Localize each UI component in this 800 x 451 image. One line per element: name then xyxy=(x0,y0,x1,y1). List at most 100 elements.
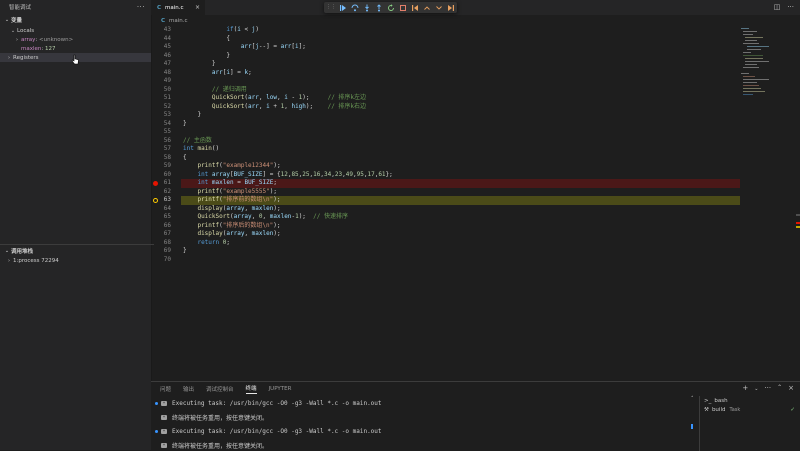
code-line[interactable]: 57 int main() xyxy=(151,145,740,154)
code-line[interactable]: 50 // 递归调用 xyxy=(151,86,740,95)
c-file-icon: C xyxy=(157,4,162,11)
command-decoration-icon[interactable] xyxy=(155,401,158,405)
callstack-item-label: 1:process 72294 xyxy=(13,257,59,264)
step-over-icon[interactable] xyxy=(351,4,359,12)
line-number: 60 xyxy=(163,170,171,178)
code-line[interactable]: 44 { xyxy=(151,35,740,44)
code-line[interactable]: 55 xyxy=(151,128,740,137)
line-number: 62 xyxy=(163,187,171,195)
debug-toolbar: ⋮⋮ xyxy=(324,2,457,13)
step-up-icon[interactable] xyxy=(423,4,431,12)
code-line[interactable]: 62 printf("example5555"); xyxy=(151,188,740,197)
stop-icon[interactable] xyxy=(399,4,407,12)
bottom-panel: 问题 输出 调试控制台 终端 JUPYTER + ⌄ ··· ⌃ × * Exe… xyxy=(151,381,800,451)
code-line[interactable]: 66 printf("排序后的数组\n"); xyxy=(151,222,740,231)
minimap[interactable] xyxy=(741,26,793,106)
code-line[interactable]: 68 return 0; xyxy=(151,239,740,248)
terminal-scrollbar[interactable]: ˄ xyxy=(691,396,694,448)
code-line[interactable]: 67 display(array, maxlen); xyxy=(151,230,740,239)
terminal-item-build[interactable]: ⚒ build Task ✓ xyxy=(700,405,800,414)
line-number: 59 xyxy=(163,162,171,169)
code-editor[interactable]: 43 if(i < j) 44 {45 arr[j--] = arr[i]; 46 … xyxy=(151,26,800,381)
code-line[interactable]: 58 { xyxy=(151,154,740,163)
step-out-icon[interactable] xyxy=(375,3,383,12)
code-line[interactable]: 64 display(array, maxlen); xyxy=(151,205,740,214)
tab-terminal[interactable]: 终端 xyxy=(245,384,257,394)
code-line[interactable]: 63 printf("排序前的数组\n"); xyxy=(151,196,740,205)
line-number: 52 xyxy=(163,102,171,110)
step-down-icon[interactable] xyxy=(435,4,443,12)
continue-icon[interactable] xyxy=(339,4,347,12)
tab-jupyter[interactable]: JUPYTER xyxy=(269,386,292,392)
terminal-item-bash[interactable]: >_ bash xyxy=(700,396,800,405)
code-line[interactable]: 65 QuickSort(array, 0, maxlen-1); // 快速排… xyxy=(151,213,740,222)
restart-icon[interactable] xyxy=(387,3,395,12)
step-into-icon[interactable] xyxy=(363,4,371,12)
variable-maxlen[interactable]: maxlen : 127 xyxy=(0,44,151,53)
variable-name: array xyxy=(21,36,36,43)
code-line[interactable]: 56 // 主函数 xyxy=(151,137,740,146)
code-line[interactable]: 46 } xyxy=(151,52,740,61)
editor-scrollbar[interactable] xyxy=(796,26,800,381)
last-icon[interactable] xyxy=(447,4,455,12)
code-line[interactable]: 61 int maxlen = BUF_SIZE; xyxy=(151,179,740,188)
drag-grip-icon[interactable]: ⋮⋮ xyxy=(326,4,336,12)
code-text: return 0; xyxy=(197,238,231,246)
tab-main-c[interactable]: C main.c × xyxy=(151,0,205,15)
maximize-panel-icon[interactable]: ⌃ xyxy=(777,384,782,392)
code-line[interactable]: 54} xyxy=(151,120,740,129)
code-line[interactable]: 47 } xyxy=(151,60,740,69)
more-actions-icon[interactable]: ··· xyxy=(787,3,794,11)
registers-label: Registers xyxy=(13,54,39,61)
line-number: 53 xyxy=(163,111,171,118)
code-text: } xyxy=(183,247,187,254)
tools-icon: ⚒ xyxy=(704,406,709,413)
chevron-down-icon: ⌄ xyxy=(4,17,10,23)
code-line[interactable]: 43 if(i < j) xyxy=(151,26,740,35)
code-text: { xyxy=(183,153,187,161)
code-text: printf("排序后的数组\n"); xyxy=(197,221,281,229)
task-badge-icon: * xyxy=(161,414,167,420)
code-line[interactable]: 45 arr[j--] = arr[i]; xyxy=(151,43,740,52)
code-line[interactable]: 70 xyxy=(151,256,740,265)
locals-scope[interactable]: ⌄ Locals xyxy=(0,26,151,35)
code-line[interactable]: 69} xyxy=(151,247,740,256)
reverse-first-icon[interactable] xyxy=(411,4,419,12)
code-text: int array[BUF_SIZE] = {12,85,25,16,34,23… xyxy=(197,170,393,178)
terminal-line: * 终端将被任务重用，按任意键关闭。 xyxy=(155,440,268,450)
line-number: 66 xyxy=(163,221,171,229)
code-line[interactable]: 53 } xyxy=(151,111,740,120)
line-number: 64 xyxy=(163,204,171,212)
line-number: 44 xyxy=(163,34,171,42)
debug-sidebar: 智能调试 ··· ⌄ 变量 ⌄ Locals › array : <unknow… xyxy=(0,0,154,450)
line-number: 56 xyxy=(163,136,171,144)
line-number: 46 xyxy=(163,51,171,59)
code-line[interactable]: 59 printf("example12344"); xyxy=(151,162,740,171)
terminal-list: >_ bash ⚒ build Task ✓ xyxy=(699,396,800,451)
code-line[interactable]: 48 arr[i] = k; xyxy=(151,69,740,78)
tab-output[interactable]: 输出 xyxy=(183,385,194,393)
variable-array[interactable]: › array : <unknown> xyxy=(0,35,151,44)
code-line[interactable]: 52 QuickSort(arr, i + 1, high); // 排序k右边 xyxy=(151,103,740,112)
breadcrumb[interactable]: C main.c xyxy=(151,15,800,26)
callstack-item[interactable]: › 1:process 72294 xyxy=(0,256,156,265)
terminal-item-label: build xyxy=(711,406,726,413)
split-editor-icon[interactable]: ◫ xyxy=(774,3,781,11)
terminal-text: 终端将被任务重用，按任意键关闭。 xyxy=(172,442,269,450)
code-line[interactable]: 49 xyxy=(151,77,740,86)
chevron-down-icon: ⌄ xyxy=(10,27,16,34)
more-actions-icon[interactable]: ··· xyxy=(764,384,771,392)
more-icon[interactable]: ··· xyxy=(137,3,145,11)
close-panel-icon[interactable]: × xyxy=(788,384,794,392)
new-terminal-icon[interactable]: + xyxy=(742,384,748,392)
tab-problems[interactable]: 问题 xyxy=(160,385,171,393)
command-decoration-icon[interactable] xyxy=(155,429,158,433)
close-icon[interactable]: × xyxy=(195,4,200,11)
code-line[interactable]: 51 QuickSort(arr, low, i - 1); // 排序k左边 xyxy=(151,94,740,103)
tab-debug-console[interactable]: 调试控制台 xyxy=(206,385,234,393)
code-line[interactable]: 60 int array[BUF_SIZE] = {12,85,25,16,34… xyxy=(151,171,740,180)
breadcrumb-file: main.c xyxy=(169,17,188,24)
chevron-down-icon[interactable]: ⌄ xyxy=(754,386,758,392)
code-text: printf("example5555"); xyxy=(197,187,277,195)
variables-section-header[interactable]: ⌄ 变量 xyxy=(0,14,151,26)
